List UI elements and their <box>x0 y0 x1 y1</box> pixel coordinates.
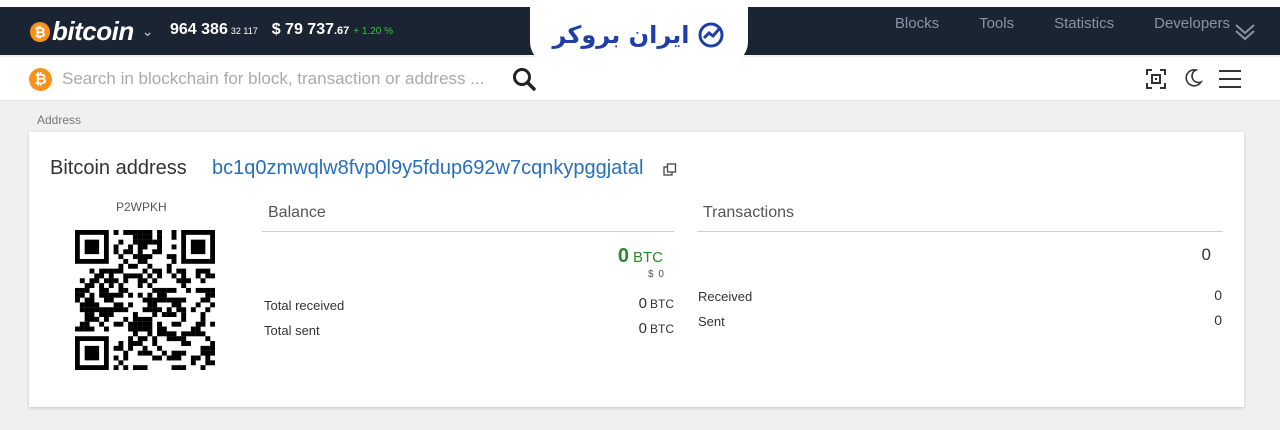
brand-logo[interactable]: ₿ bitcoin ⌄ <box>30 16 153 47</box>
total-received-value: 0 BTC <box>639 295 674 312</box>
dark-mode-moon-icon[interactable] <box>1183 68 1203 88</box>
balance-divider <box>262 231 674 232</box>
block-height-sub: 32 117 <box>230 26 258 36</box>
total-received-label: Total received <box>264 298 345 313</box>
transactions-count: 0 <box>1201 245 1211 264</box>
watermark-text: ایران بروکر <box>552 21 690 49</box>
balance-amount: 0 BTC <box>618 245 663 268</box>
received-label: Received <box>698 289 753 304</box>
chevron-down-icon[interactable]: ⌄ <box>142 23 154 40</box>
nav-link-statistics[interactable]: Statistics <box>1054 15 1114 32</box>
address-qr-code <box>75 230 215 370</box>
double-chevron-down-icon[interactable] <box>1232 19 1258 45</box>
transactions-divider <box>697 231 1223 232</box>
price-change: + 1.20 % <box>353 26 394 37</box>
address-type: P2WPKH <box>116 200 167 214</box>
search-input[interactable] <box>62 64 492 94</box>
hamburger-menu-icon[interactable] <box>1218 68 1242 90</box>
nav-links: Blocks Tools Statistics Developers <box>895 15 1230 32</box>
transactions-title: Transactions <box>703 204 794 221</box>
address-card: Bitcoin address bc1q0zmwqlw8fvp0l9y5fdup… <box>29 132 1244 407</box>
received-value: 0 <box>1214 287 1222 303</box>
bitcoin-logo-icon: ₿ <box>30 21 50 42</box>
address-value[interactable]: bc1q0zmwqlw8fvp0l9y5fdup692w7cqnkypggjat… <box>212 157 643 180</box>
qr-scan-icon[interactable] <box>1146 69 1166 89</box>
balance-usd: $ 0 <box>648 269 665 280</box>
sent-label: Sent <box>698 314 725 329</box>
sent-value: 0 <box>1214 312 1222 328</box>
balance-title: Balance <box>268 204 326 221</box>
total-sent-value: 0 BTC <box>639 320 674 337</box>
balance-value: 0 <box>617 245 629 267</box>
total-sent-amount: 0 <box>638 320 647 337</box>
breadcrumb[interactable]: Address <box>37 113 81 127</box>
search-icon[interactable] <box>511 66 537 92</box>
total-received-unit: BTC <box>650 297 674 311</box>
nav-link-blocks[interactable]: Blocks <box>895 15 939 32</box>
btc-price: $ 79 737 <box>271 21 334 38</box>
total-received-amount: 0 <box>638 295 647 312</box>
nav-link-developers[interactable]: Developers <box>1154 15 1230 32</box>
btc-price-decimals: .67 <box>333 25 350 37</box>
nav-link-tools[interactable]: Tools <box>979 15 1014 32</box>
block-height: 964 386 <box>170 21 228 38</box>
balance-unit: BTC <box>633 249 663 266</box>
search-bar: ₿ <box>0 57 1280 101</box>
brand-name: bitcoin <box>52 16 134 46</box>
total-sent-label: Total sent <box>264 323 320 338</box>
bitcoin-coin-icon[interactable]: ₿ <box>29 68 52 91</box>
watermark-logo: ایران بروکر <box>530 6 748 64</box>
copy-icon[interactable] <box>663 163 677 177</box>
watermark-chart-icon <box>698 22 724 48</box>
total-sent-unit: BTC <box>650 322 674 336</box>
page-title: Bitcoin address <box>50 157 187 179</box>
ticker: 964 386 32 117 $ 79 737 .67 + 1.20 % <box>170 21 393 39</box>
